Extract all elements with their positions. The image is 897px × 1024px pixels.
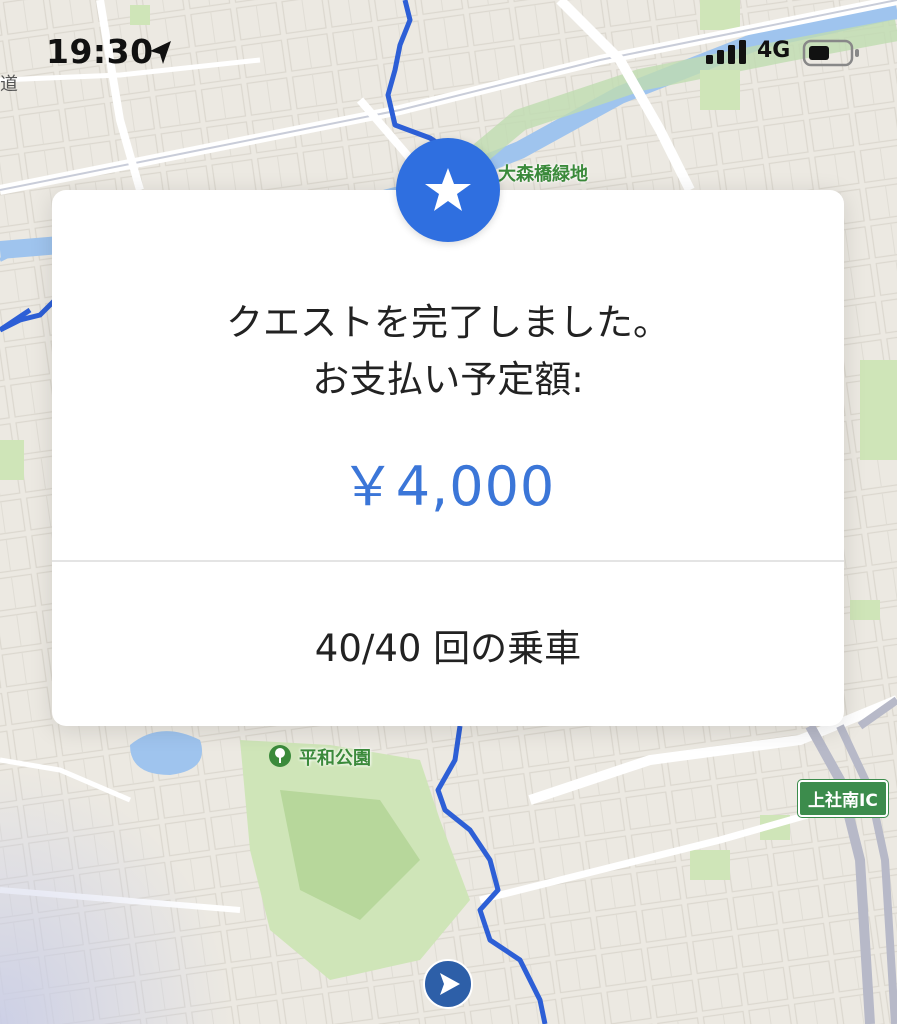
card-message: クエストを完了しました。 お支払い予定額: xyxy=(52,294,844,408)
status-time: 19:30 xyxy=(46,32,154,71)
card-divider xyxy=(52,560,844,562)
rides-progress: 40/40 回の乗車 xyxy=(314,627,582,670)
current-location-arrow-icon[interactable] xyxy=(422,958,474,1010)
screen: 大森橋緑地 平和公園 道 上社南IC 19:30 4G クエストを完了しました。… xyxy=(0,0,897,1024)
interchange-sign: 上社南IC xyxy=(797,779,889,818)
map-label-green-space: 大森橋緑地 xyxy=(498,164,588,185)
star-badge xyxy=(396,138,500,242)
cellular-signal-icon xyxy=(706,40,746,64)
map-label-road: 道 xyxy=(0,74,18,95)
payment-amount: ￥4,000 xyxy=(340,455,556,518)
park-icon xyxy=(269,745,291,767)
star-icon xyxy=(425,168,471,211)
map-label-park: 平和公園 xyxy=(299,748,371,769)
quest-complete-card: クエストを完了しました。 お支払い予定額: ￥4,000 40/40 回の乗車 xyxy=(52,190,844,726)
battery-icon xyxy=(802,39,859,67)
network-type: 4G xyxy=(757,38,791,63)
quest-complete-text: クエストを完了しました。 xyxy=(226,301,670,344)
payment-scheduled-label: お支払い予定額: xyxy=(312,358,584,401)
location-arrow-icon xyxy=(150,41,171,64)
